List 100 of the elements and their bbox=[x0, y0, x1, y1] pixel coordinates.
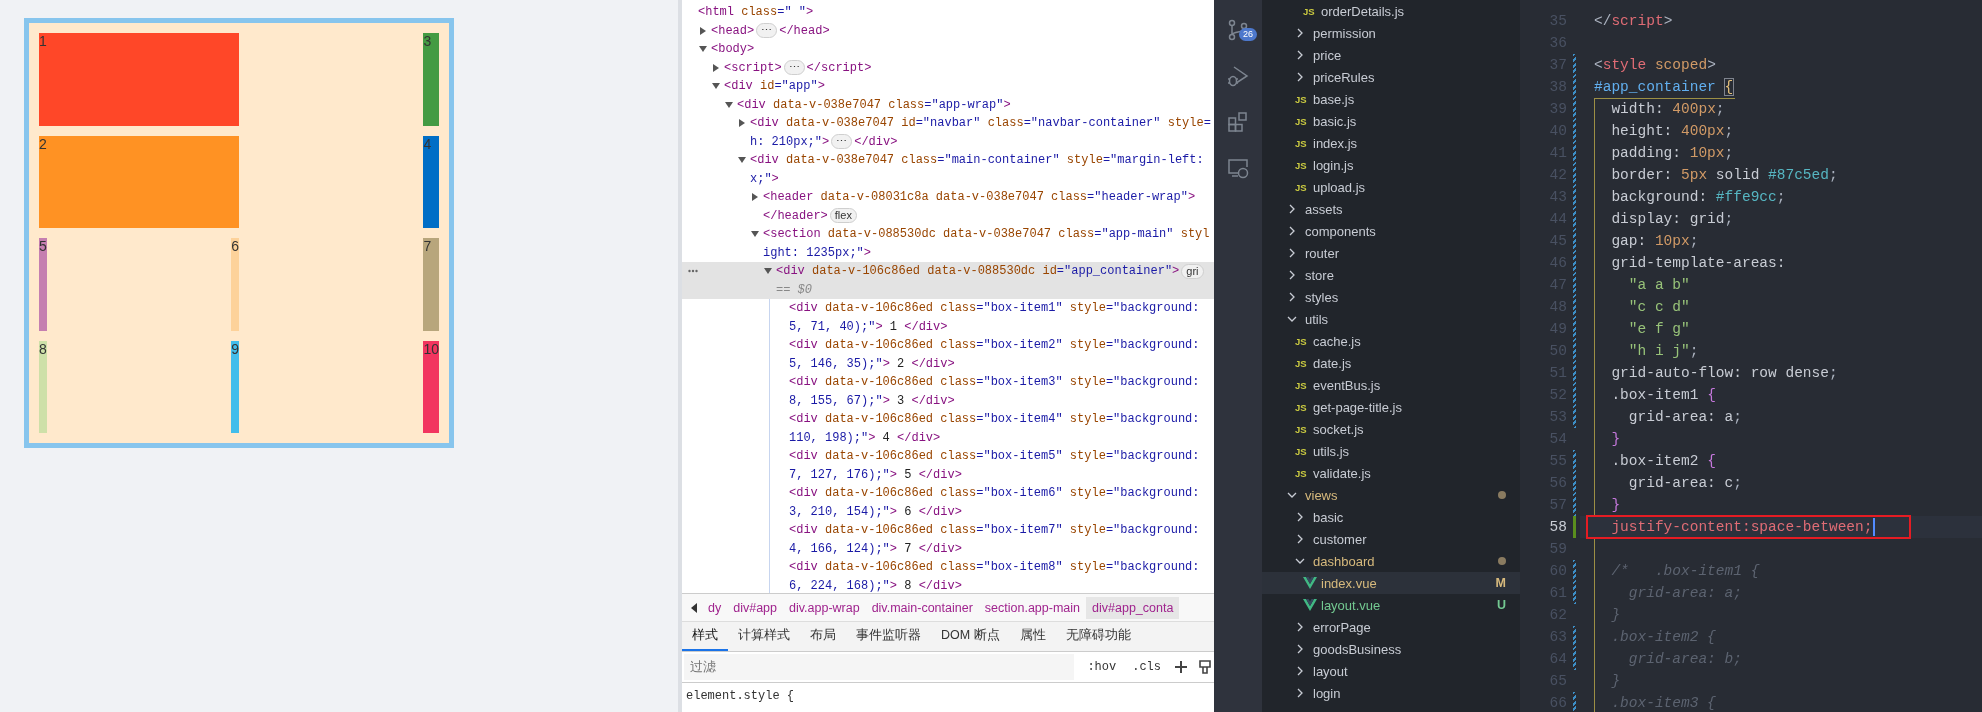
dom-node[interactable]: <body> bbox=[682, 40, 1214, 59]
badge[interactable]: flex bbox=[829, 208, 857, 224]
dom-node[interactable]: <div data-v-106c86ed class="box-item4" style="background: 110, 198);"> 4 </div> bbox=[682, 410, 1214, 447]
chevron-down-icon[interactable] bbox=[1295, 556, 1305, 566]
chevron-right-icon[interactable] bbox=[1295, 50, 1305, 60]
toggle-button[interactable]: .cls bbox=[1129, 660, 1164, 674]
triangle-right-icon[interactable] bbox=[738, 119, 746, 128]
tree-item[interactable]: JS get-page-title.js bbox=[1262, 396, 1520, 418]
breadcrumb[interactable]: div.app-wrap bbox=[783, 596, 866, 619]
dom-node[interactable]: <header data-v-08031c8a data-v-038e7047 class="header-wrap"> </header> flex bbox=[682, 188, 1214, 225]
chevron-right-icon[interactable] bbox=[1295, 644, 1305, 654]
chevron-down-icon[interactable] bbox=[1287, 490, 1297, 500]
chevron-right-icon[interactable] bbox=[1295, 512, 1305, 522]
more-icon[interactable] bbox=[688, 269, 698, 273]
dom-node[interactable]: <div data-v-106c86ed data-v-088530dc id="app_container"> gri == $0 bbox=[682, 262, 1214, 299]
triangle-down-icon[interactable] bbox=[751, 230, 759, 239]
dom-node[interactable]: <div data-v-038e7047 class="app-wrap"> bbox=[682, 95, 1214, 114]
tree-item[interactable]: utils bbox=[1262, 308, 1520, 330]
tree-item[interactable]: JS utils.js bbox=[1262, 440, 1520, 462]
dom-node[interactable]: <html class=" "> bbox=[682, 3, 1214, 22]
chevron-right-icon[interactable] bbox=[1287, 292, 1297, 302]
tree-item[interactable]: priceRules bbox=[1262, 66, 1520, 88]
badge[interactable]: gri bbox=[1181, 263, 1204, 279]
dom-node[interactable]: <div id="app"> bbox=[682, 77, 1214, 96]
dom-node[interactable]: <head> ⋯ </head> bbox=[682, 21, 1214, 40]
tree-item[interactable]: store bbox=[1262, 264, 1520, 286]
tree-item[interactable]: JS cache.js bbox=[1262, 330, 1520, 352]
tree-item[interactable]: layout.vue U bbox=[1262, 594, 1520, 616]
dom-node[interactable]: <div data-v-106c86ed class="box-item3" style="background: 8, 155, 67);"> 3 </div> bbox=[682, 373, 1214, 410]
tree-item[interactable]: JS index.js bbox=[1262, 132, 1520, 154]
tab[interactable]: 布局 bbox=[800, 622, 846, 651]
triangle-down-icon[interactable] bbox=[738, 156, 746, 165]
tree-item[interactable]: JS orderDetails.js bbox=[1262, 0, 1520, 22]
badge[interactable]: ⋯ bbox=[783, 60, 805, 76]
tab[interactable]: 样式 bbox=[682, 622, 728, 651]
scroll-left-icon[interactable] bbox=[690, 602, 698, 613]
run-debug-icon[interactable] bbox=[1226, 64, 1250, 88]
tree-item[interactable]: permission bbox=[1262, 22, 1520, 44]
badge[interactable]: ⋯ bbox=[756, 23, 778, 39]
tab[interactable]: DOM 断点 bbox=[931, 622, 1010, 651]
toggle-button[interactable]: :hov bbox=[1084, 660, 1120, 674]
tree-item[interactable]: layout bbox=[1262, 660, 1520, 682]
monitor-icon[interactable] bbox=[1226, 156, 1250, 180]
extensions-icon[interactable] bbox=[1226, 110, 1250, 134]
tree-item[interactable]: JS socket.js bbox=[1262, 418, 1520, 440]
triangle-down-icon[interactable] bbox=[764, 267, 772, 276]
chevron-down-icon[interactable] bbox=[1287, 314, 1297, 324]
breadcrumb[interactable]: div#app_conta bbox=[1086, 596, 1180, 619]
tree-item[interactable]: JS upload.js bbox=[1262, 176, 1520, 198]
chevron-right-icon[interactable] bbox=[1287, 248, 1297, 258]
triangle-right-icon[interactable] bbox=[712, 63, 720, 72]
dom-node[interactable]: <section data-v-088530dc data-v-038e7047 class="app-main" styl ight: 1235px;"> bbox=[682, 225, 1214, 262]
triangle-right-icon[interactable] bbox=[751, 193, 759, 202]
tab[interactable]: 事件监听器 bbox=[846, 622, 931, 651]
triangle-right-icon[interactable] bbox=[699, 26, 707, 35]
chevron-right-icon[interactable] bbox=[1287, 204, 1297, 214]
tree-item[interactable]: JS validate.js bbox=[1262, 462, 1520, 484]
chevron-right-icon[interactable] bbox=[1295, 622, 1305, 632]
chevron-right-icon[interactable] bbox=[1295, 666, 1305, 676]
tab[interactable]: 无障碍功能 bbox=[1055, 622, 1141, 651]
tree-item[interactable]: JS basic.js bbox=[1262, 110, 1520, 132]
triangle-down-icon[interactable] bbox=[725, 100, 733, 109]
dom-node[interactable]: <div data-v-106c86ed class="box-item2" style="background: 5, 146, 35);"> 2 </div> bbox=[682, 336, 1214, 373]
tree-item[interactable]: JS login.js bbox=[1262, 154, 1520, 176]
dom-node[interactable]: <div data-v-038e7047 id="navbar" class="navbar-container" style= h: 210px;"> ⋯ </div> bbox=[682, 114, 1214, 151]
tree-item[interactable]: assets bbox=[1262, 198, 1520, 220]
chevron-right-icon[interactable] bbox=[1287, 226, 1297, 236]
dom-node[interactable]: <div data-v-038e7047 class="main-container" style="margin-left: x;"> bbox=[682, 151, 1214, 188]
tree-item[interactable]: basic bbox=[1262, 506, 1520, 528]
tree-item[interactable]: JS eventBus.js bbox=[1262, 374, 1520, 396]
breadcrumb[interactable]: div#app bbox=[727, 596, 783, 619]
tree-item[interactable]: views bbox=[1262, 484, 1520, 506]
dom-node[interactable]: <script> ⋯ </script> bbox=[682, 58, 1214, 77]
tree-item[interactable]: customer bbox=[1262, 528, 1520, 550]
tree-item[interactable]: errorPage bbox=[1262, 616, 1520, 638]
triangle-down-icon[interactable] bbox=[712, 82, 720, 91]
breadcrumb[interactable]: section.app-main bbox=[978, 596, 1087, 619]
tree-item[interactable]: goodsBusiness bbox=[1262, 638, 1520, 660]
tree-item[interactable]: components bbox=[1262, 220, 1520, 242]
dom-node[interactable]: <div data-v-106c86ed class="box-item7" style="background: 4, 166, 124);"> 7 </div> bbox=[682, 521, 1214, 558]
tab[interactable]: 计算样式 bbox=[728, 622, 800, 651]
dom-node[interactable]: <div data-v-106c86ed class="box-item6" style="background: 3, 210, 154);"> 6 </div> bbox=[682, 484, 1214, 521]
tree-item[interactable]: dashboard bbox=[1262, 550, 1520, 572]
filter-field[interactable]: 过滤 bbox=[684, 654, 1075, 680]
dom-node[interactable]: <div data-v-106c86ed class="box-item8" style="background: 6, 224, 168);"> 8 </div> bbox=[682, 558, 1214, 593]
tree-item[interactable]: styles bbox=[1262, 286, 1520, 308]
tree-item[interactable]: index.vue M bbox=[1262, 572, 1520, 594]
triangle-down-icon[interactable] bbox=[699, 45, 707, 54]
breadcrumb[interactable]: dy bbox=[702, 596, 728, 619]
tab[interactable]: 属性 bbox=[1009, 622, 1056, 651]
chevron-right-icon[interactable] bbox=[1295, 688, 1305, 698]
tree-item[interactable]: price bbox=[1262, 44, 1520, 66]
dom-node[interactable]: <div data-v-106c86ed class="box-item5" style="background: 7, 127, 176);"> 5 </div> bbox=[682, 447, 1214, 484]
chevron-right-icon[interactable] bbox=[1295, 28, 1305, 38]
tree-item[interactable]: login bbox=[1262, 682, 1520, 704]
brush-icon[interactable] bbox=[1198, 660, 1212, 674]
tree-item[interactable]: router bbox=[1262, 242, 1520, 264]
breadcrumb[interactable]: div.main-container bbox=[865, 596, 979, 619]
plus-icon[interactable] bbox=[1174, 660, 1188, 674]
chevron-right-icon[interactable] bbox=[1287, 270, 1297, 280]
